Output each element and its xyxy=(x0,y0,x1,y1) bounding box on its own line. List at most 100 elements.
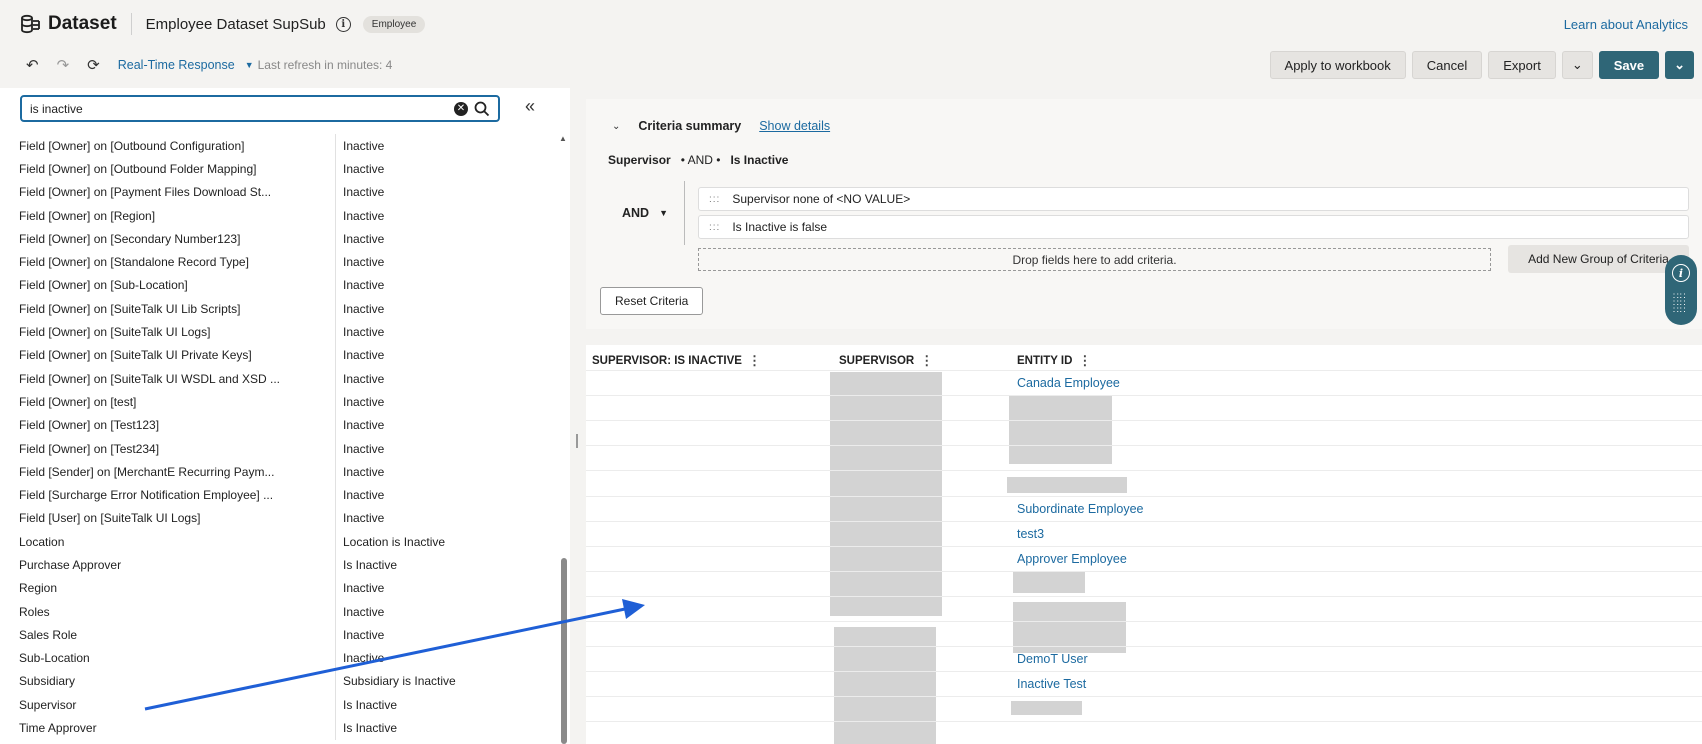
criteria-panel: ⌄ Criteria summary Show details Supervis… xyxy=(586,99,1702,329)
table-row-divider xyxy=(586,470,1702,472)
apply-to-workbook-button[interactable]: Apply to workbook xyxy=(1269,51,1406,79)
list-item[interactable]: Supervisor Is Inactive xyxy=(0,693,560,717)
chevron-down-icon[interactable]: ⌄ xyxy=(612,121,620,132)
undo-icon[interactable]: ↶ xyxy=(26,56,39,74)
field-name: Field [Owner] on [Outbound Folder Mappin… xyxy=(0,157,336,181)
list-item[interactable]: Field [Owner] on [Test234] Inactive xyxy=(0,436,560,461)
info-icon[interactable]: i xyxy=(1672,264,1690,282)
field-name: Field [Owner] on [Test234] xyxy=(0,436,336,461)
search-icon[interactable] xyxy=(474,101,490,117)
list-item[interactable]: Field [User] on [SuiteTalk UI Logs] Inact… xyxy=(0,506,560,531)
list-item[interactable]: Sales Role Inactive xyxy=(0,623,560,647)
kebab-menu-icon[interactable]: ⋮ xyxy=(1078,353,1091,369)
learn-analytics-link[interactable]: Learn about Analytics xyxy=(1564,17,1688,32)
list-item[interactable]: Subsidiary Subsidiary is Inactive xyxy=(0,669,560,694)
export-menu-button[interactable]: ⌄ xyxy=(1561,51,1593,79)
record-type-badge: Employee xyxy=(362,15,426,33)
entity-id-link[interactable]: Canada Employee xyxy=(1017,376,1120,390)
list-item[interactable]: Roles Inactive xyxy=(0,599,560,624)
list-item[interactable]: Field [Surcharge Error Notification Empl… xyxy=(0,483,560,507)
chevron-down-icon[interactable]: ▼ xyxy=(245,60,254,70)
dataset-title[interactable]: Employee Dataset SupSub xyxy=(146,16,326,33)
list-item[interactable]: Field [Owner] on [Outbound Folder Mappin… xyxy=(0,157,560,181)
column-header[interactable]: ENTITY ID ⋮ xyxy=(1017,353,1091,369)
list-item[interactable]: Field [Owner] on [SuiteTalk UI WSDL and … xyxy=(0,366,560,391)
redo-icon[interactable]: ↷ xyxy=(57,56,70,74)
list-item[interactable]: Field [Owner] on [Outbound Configuration… xyxy=(0,134,560,158)
group-operator-select[interactable]: AND ▼ xyxy=(622,206,668,220)
field-search-box[interactable]: is inactive ✕ xyxy=(20,95,500,122)
summary-operator: • AND • xyxy=(680,153,721,167)
table-row-divider xyxy=(586,696,1702,698)
refresh-icon[interactable]: ⟳ xyxy=(87,56,100,74)
list-item[interactable]: Purchase Approver Is Inactive xyxy=(0,553,560,577)
redacted-area xyxy=(1007,477,1127,493)
field-match: Is Inactive xyxy=(343,557,398,572)
table-row-divider xyxy=(586,671,1702,673)
entity-id-link[interactable]: test3 xyxy=(1017,527,1044,541)
list-item[interactable]: Time Approver Is Inactive xyxy=(0,716,560,740)
reset-criteria-button[interactable]: Reset Criteria xyxy=(600,287,704,315)
info-icon[interactable]: i xyxy=(335,16,351,32)
save-menu-button[interactable]: ⌄ xyxy=(1665,51,1694,79)
list-item[interactable]: Field [Owner] on [test] Inactive xyxy=(0,390,560,414)
list-item[interactable]: Field [Sender] on [MerchantE Recurring P… xyxy=(0,460,560,484)
table-row-divider xyxy=(586,495,1702,497)
column-header[interactable]: SUPERVISOR ⋮ xyxy=(839,353,933,369)
clear-icon[interactable]: ✕ xyxy=(454,101,468,116)
list-item[interactable]: Field [Owner] on [Payment Files Download… xyxy=(0,180,560,204)
entity-id-link[interactable]: DemoT User xyxy=(1017,652,1088,666)
criteria-drop-zone[interactable]: Drop fields here to add criteria. xyxy=(698,248,1491,271)
table-row-divider xyxy=(586,420,1702,422)
table-row-divider xyxy=(586,370,1702,371)
kebab-menu-icon[interactable]: ⋮ xyxy=(748,353,761,369)
panel-resize-handle[interactable] xyxy=(576,434,578,448)
list-item[interactable]: Field [Owner] on [Test123] Inactive xyxy=(0,413,560,437)
list-item[interactable]: Field [Owner] on [Standalone Record Type… xyxy=(0,250,560,274)
criteria-item[interactable]: ::: Is Inactive is false xyxy=(698,215,1689,239)
field-match: Inactive xyxy=(343,185,385,200)
realtime-response-link[interactable]: Real-Time Response xyxy=(118,58,235,72)
field-match: Location is Inactive xyxy=(343,534,446,549)
table-row-divider xyxy=(586,595,1702,597)
grid-icon[interactable]: ∷∷ ∷∷ ∷∷ xyxy=(1673,292,1686,315)
dataset-icon xyxy=(21,14,40,34)
field-match: Inactive xyxy=(343,301,385,316)
add-criteria-group-button[interactable]: Add New Group of Criteria xyxy=(1508,245,1689,273)
list-item[interactable]: Region Inactive xyxy=(0,576,560,600)
drag-handle-icon[interactable]: ::: xyxy=(699,194,732,205)
table-row-divider xyxy=(586,646,1702,648)
list-item[interactable]: Field [Owner] on [Secondary Number123] In… xyxy=(0,227,560,251)
chevron-down-icon: ⌄ xyxy=(1674,57,1685,72)
drag-handle-icon[interactable]: ::: xyxy=(699,222,732,233)
criteria-item[interactable]: ::: Supervisor none of <NO VALUE> xyxy=(698,187,1689,211)
kebab-menu-icon[interactable]: ⋮ xyxy=(920,353,933,369)
field-match: Inactive xyxy=(343,371,385,386)
list-item[interactable]: Sub-Location Inactive xyxy=(0,646,560,670)
show-details-link[interactable]: Show details xyxy=(759,119,830,133)
save-button[interactable]: Save xyxy=(1598,51,1660,79)
scrollbar-thumb[interactable] xyxy=(561,558,567,744)
export-button[interactable]: Export xyxy=(1488,51,1556,79)
list-item[interactable]: Field [Owner] on [Sub-Location] Inactive xyxy=(0,273,560,298)
field-match: Inactive xyxy=(343,231,385,246)
list-item[interactable]: Field [Owner] on [SuiteTalk UI Lib Scrip… xyxy=(0,297,560,321)
caret-down-icon: ▼ xyxy=(659,208,669,218)
entity-id-link[interactable]: Subordinate Employee xyxy=(1017,502,1143,516)
field-name: Field [Owner] on [test] xyxy=(0,390,336,414)
search-input[interactable]: is inactive xyxy=(30,102,454,116)
cancel-button[interactable]: Cancel xyxy=(1411,51,1483,79)
entity-id-link[interactable]: Approver Employee xyxy=(1017,552,1127,566)
list-item[interactable]: Field [Owner] on [SuiteTalk UI Logs] Inac… xyxy=(0,320,560,344)
criteria-summary-title: Criteria summary xyxy=(638,119,742,133)
column-header[interactable]: SUPERVISOR: IS INACTIVE ⋮ xyxy=(592,353,761,369)
column-header-label: SUPERVISOR: IS INACTIVE xyxy=(592,355,742,367)
list-item[interactable]: Field [Owner] on [Region] Inactive xyxy=(0,203,560,228)
redacted-area xyxy=(834,627,936,744)
help-side-tab[interactable]: i ∷∷ ∷∷ ∷∷ xyxy=(1665,255,1697,325)
entity-id-link[interactable]: Inactive Test xyxy=(1017,677,1086,691)
collapse-panel-icon[interactable]: « xyxy=(525,96,535,117)
summary-right: Is Inactive xyxy=(730,153,789,167)
list-item[interactable]: Location Location is Inactive xyxy=(0,530,560,554)
list-item[interactable]: Field [Owner] on [SuiteTalk UI Private K… xyxy=(0,343,560,367)
